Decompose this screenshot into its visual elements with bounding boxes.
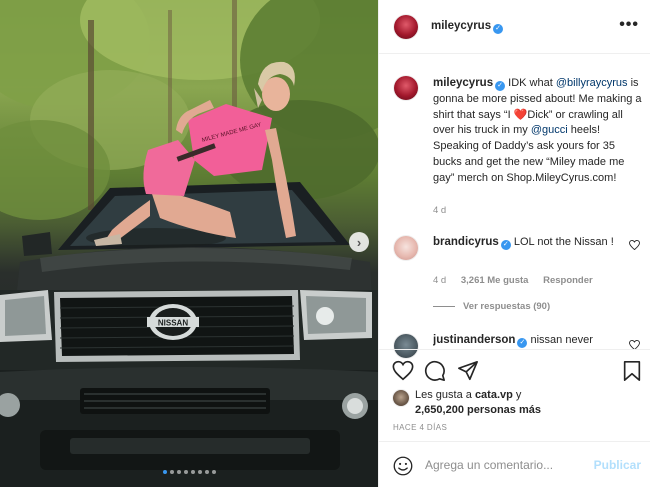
post-side-panel: mileycyrus ✓ ••• mileycyrus ✓ IDK what @bi… xyxy=(378,0,650,487)
mention-link[interactable]: @billyraycyrus xyxy=(556,77,628,89)
mention-link[interactable]: @gucci xyxy=(531,124,568,136)
comment-meta: 4 d 3,261 Me gusta Responder xyxy=(433,275,593,286)
comment-item: brandicyrus ✓ LOL not the Nissan ! xyxy=(433,235,629,251)
add-comment-bar: Publicar xyxy=(379,441,650,487)
verified-icon: ✓ xyxy=(500,240,511,250)
post-comment-button[interactable]: Publicar xyxy=(594,458,641,472)
comment-item: justinanderson ✓ nissan never xyxy=(433,333,629,349)
post-photo[interactable]: NISSAN MILEY MADE ME GAY › xyxy=(0,0,378,487)
comment-text: nissan never xyxy=(527,334,593,346)
carousel-dot xyxy=(204,470,209,474)
carousel-dot xyxy=(197,470,202,474)
verified-icon: ✓ xyxy=(495,81,506,91)
view-replies-button[interactable]: Ver respuestas (90) xyxy=(433,301,550,312)
caption-avatar[interactable] xyxy=(394,76,418,100)
share-icon[interactable] xyxy=(457,360,479,382)
comment-icon[interactable] xyxy=(424,360,446,382)
likes-prefix: Les gusta a xyxy=(415,389,475,401)
like-icon[interactable] xyxy=(392,360,414,382)
verified-icon: ✓ xyxy=(517,338,528,348)
liker-username[interactable]: cata.vp xyxy=(475,389,513,401)
likes-suffix: y xyxy=(512,389,522,401)
reply-button[interactable]: Responder xyxy=(543,275,593,286)
carousel-dot xyxy=(211,470,216,474)
carousel-next-button[interactable]: › xyxy=(349,232,369,252)
header-user: mileycyrus ✓ xyxy=(431,20,504,34)
comment-like-icon[interactable] xyxy=(629,239,640,253)
comment-username[interactable]: justinanderson xyxy=(433,334,515,346)
actions-divider xyxy=(379,349,650,350)
verified-icon: ✓ xyxy=(493,24,504,34)
post-caption: mileycyrus ✓ IDK what @billyraycyrus is g… xyxy=(433,76,645,187)
save-bookmark-icon[interactable] xyxy=(621,360,643,382)
carousel-dot xyxy=(190,470,195,474)
post-timestamp[interactable]: HACE 4 DÍAS xyxy=(393,423,447,432)
heart-emoji: ❤️ xyxy=(513,108,528,121)
caption-username[interactable]: mileycyrus xyxy=(433,77,493,89)
likes-count[interactable]: 2,650,200 personas más xyxy=(415,404,541,416)
comment-avatar[interactable] xyxy=(394,334,418,358)
comment-likes-count[interactable]: 3,261 Me gusta xyxy=(461,275,529,286)
comment-like-icon[interactable] xyxy=(629,340,640,349)
carousel-dot xyxy=(169,470,174,474)
carousel-dot xyxy=(176,470,181,474)
emoji-icon[interactable] xyxy=(393,456,413,476)
comment-timestamp[interactable]: 4 d xyxy=(433,275,446,286)
post-header: mileycyrus ✓ ••• xyxy=(379,0,650,54)
carousel-dot xyxy=(183,470,188,474)
more-options-icon[interactable]: ••• xyxy=(619,16,639,34)
carousel-indicator xyxy=(0,470,378,474)
caption-text: IDK what xyxy=(505,77,556,89)
plate-text: NISSAN xyxy=(158,319,188,328)
photo-illustration: NISSAN MILEY MADE ME GAY xyxy=(0,0,378,487)
view-replies-label: Ver respuestas (90) xyxy=(463,301,551,312)
comment-avatar[interactable] xyxy=(394,236,418,260)
comment-text: LOL not the Nissan ! xyxy=(510,236,614,248)
instagram-post-view: NISSAN MILEY MADE ME GAY › mileycyrus ✓ … xyxy=(0,0,650,487)
likes-summary: Les gusta a cata.vp y 2,650,200 personas… xyxy=(415,388,541,418)
carousel-dot xyxy=(162,470,167,474)
caption-timestamp[interactable]: 4 d xyxy=(433,205,446,216)
author-avatar[interactable] xyxy=(394,15,418,39)
liker-avatar[interactable] xyxy=(393,390,409,406)
comment-input[interactable] xyxy=(425,454,585,476)
comment-username[interactable]: brandicyrus xyxy=(433,236,499,248)
author-username[interactable]: mileycyrus xyxy=(431,20,491,32)
divider xyxy=(433,305,455,307)
